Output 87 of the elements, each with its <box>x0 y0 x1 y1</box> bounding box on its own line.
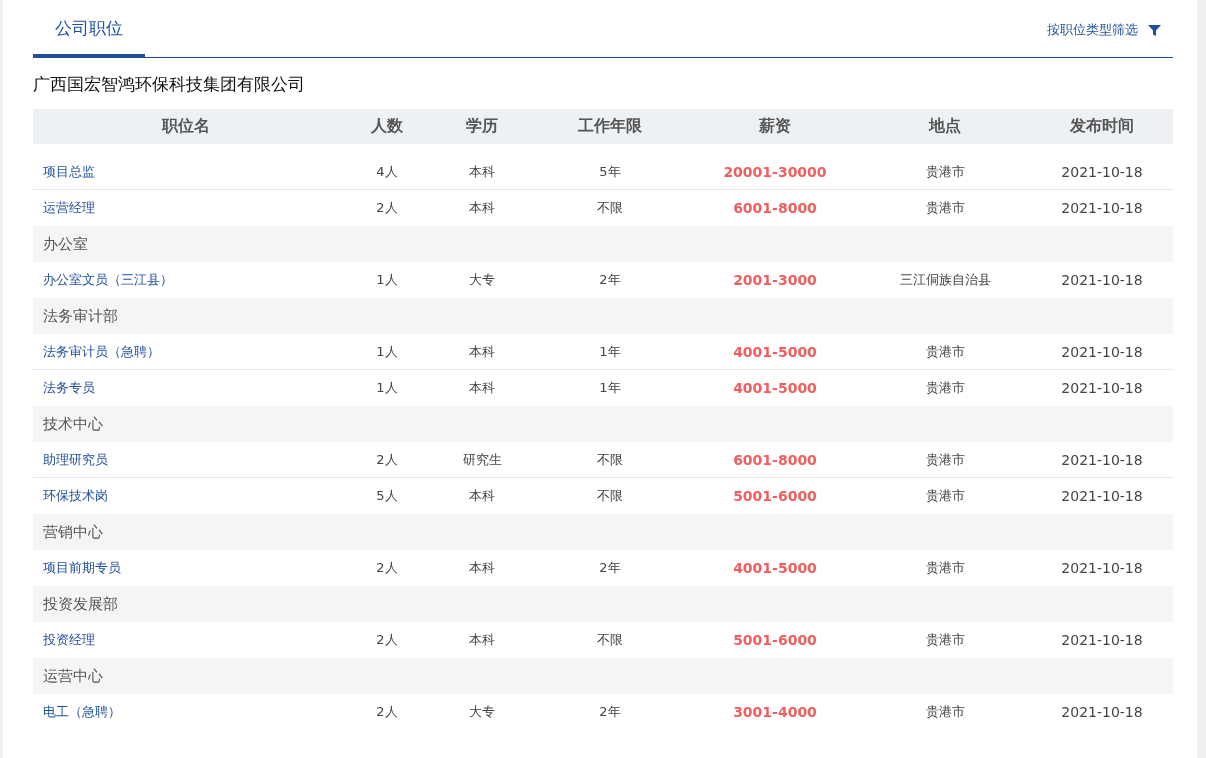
job-title-link[interactable]: 环保技术岗 <box>43 488 108 503</box>
date-cell: 2021-10-18 <box>1061 488 1143 504</box>
education-cell: 本科 <box>469 380 495 395</box>
date-cell: 2021-10-18 <box>1061 632 1143 648</box>
date-cell: 2021-10-18 <box>1061 451 1143 468</box>
education-cell: 本科 <box>469 343 495 359</box>
tab[interactable]: 公司职位 <box>33 17 145 58</box>
column-header: 学历 <box>466 116 498 135</box>
salary-cell: 5001-6000 <box>733 488 817 504</box>
experience-cell: 不限 <box>597 632 623 647</box>
date-cell: 2021-10-18 <box>1061 343 1143 360</box>
location-cell: 贵港市 <box>925 560 965 575</box>
column-header: 工作年限 <box>578 116 642 135</box>
experience-cell: 不限 <box>597 451 623 467</box>
location-cell: 贵港市 <box>925 380 965 395</box>
experience-cell: 2年 <box>599 272 621 287</box>
experience-cell: 不限 <box>597 200 623 215</box>
column-header: 人数 <box>371 116 403 135</box>
headcount-cell: 2人 <box>376 451 398 467</box>
headcount-cell: 5人 <box>376 488 398 503</box>
salary-cell: 3001-4000 <box>733 704 817 720</box>
experience-cell: 2年 <box>599 704 621 719</box>
education-cell: 本科 <box>469 488 495 503</box>
location-cell: 贵港市 <box>925 451 965 467</box>
salary-cell: 4001-5000 <box>733 560 817 576</box>
column-header: 地点 <box>929 116 961 135</box>
department-name: 营销中心 <box>43 522 103 542</box>
education-cell: 本科 <box>469 560 495 575</box>
location-cell: 三江侗族自治县 <box>899 272 991 287</box>
date-cell: 2021-10-18 <box>1061 272 1143 288</box>
experience-cell: 5年 <box>599 163 621 179</box>
date-cell: 2021-10-18 <box>1061 560 1143 576</box>
job-title-link[interactable]: 项目总监 <box>43 163 95 179</box>
salary-cell: 4001-5000 <box>733 343 817 360</box>
education-cell: 本科 <box>469 200 495 215</box>
department-name: 技术中心 <box>43 414 103 434</box>
headcount-cell: 2人 <box>376 632 398 647</box>
headcount-cell: 2人 <box>376 704 398 719</box>
location-cell: 贵港市 <box>925 704 965 719</box>
location-cell: 贵港市 <box>925 343 965 359</box>
job-title-link[interactable]: 电工（急聘） <box>43 704 121 719</box>
headcount-cell: 1人 <box>376 343 398 359</box>
column-header: 发布时间 <box>1070 116 1134 135</box>
job-title-link[interactable]: 运营经理 <box>43 200 95 215</box>
job-title-link[interactable]: 法务专员 <box>43 380 95 395</box>
filter-link[interactable]: 按职位类型筛选 <box>1047 21 1138 39</box>
job-title-link[interactable]: 法务审计员（急聘） <box>43 343 160 359</box>
experience-cell: 1年 <box>599 380 621 395</box>
date-cell: 2021-10-18 <box>1061 200 1143 216</box>
location-cell: 贵港市 <box>925 632 965 647</box>
headcount-cell: 2人 <box>376 560 398 575</box>
job-title-link[interactable]: 项目前期专员 <box>43 560 121 575</box>
department-name: 运营中心 <box>43 666 103 686</box>
company-name: 广西国宏智鸿环保科技集团有限公司 <box>33 73 306 96</box>
location-cell: 贵港市 <box>925 163 965 179</box>
location-cell: 贵港市 <box>925 488 965 503</box>
department-name: 投资发展部 <box>43 594 118 614</box>
experience-cell: 不限 <box>597 488 623 503</box>
date-cell: 2021-10-18 <box>1061 380 1143 396</box>
salary-cell: 2001-3000 <box>733 272 817 288</box>
column-header: 职位名 <box>162 116 210 135</box>
date-cell: 2021-10-18 <box>1061 704 1143 720</box>
job-title-link[interactable]: 投资经理 <box>43 632 95 647</box>
column-header: 薪资 <box>759 116 791 135</box>
experience-cell: 1年 <box>599 343 621 359</box>
salary-cell: 4001-5000 <box>733 380 817 396</box>
date-cell: 2021-10-18 <box>1061 163 1143 180</box>
headcount-cell: 2人 <box>376 200 398 215</box>
education-cell: 大专 <box>469 704 495 719</box>
education-cell: 本科 <box>469 632 495 647</box>
salary-cell: 6001-8000 <box>733 451 817 468</box>
education-cell: 研究生 <box>462 451 502 467</box>
job-title-link[interactable]: 助理研究员 <box>43 451 108 467</box>
education-cell: 大专 <box>469 272 495 287</box>
department-name: 法务审计部 <box>43 306 118 326</box>
salary-cell: 5001-6000 <box>733 632 817 648</box>
headcount-cell: 1人 <box>376 380 398 395</box>
job-title-link[interactable]: 办公室文员（三江县） <box>43 272 173 287</box>
headcount-cell: 1人 <box>376 272 398 287</box>
filter-icon[interactable] <box>1148 24 1161 36</box>
department-name: 办公室 <box>43 234 88 254</box>
headcount-cell: 4人 <box>376 163 398 179</box>
experience-cell: 2年 <box>599 560 621 575</box>
location-cell: 贵港市 <box>925 200 965 215</box>
salary-cell: 20001-30000 <box>723 163 827 180</box>
education-cell: 本科 <box>469 163 495 179</box>
salary-cell: 6001-8000 <box>733 200 817 216</box>
